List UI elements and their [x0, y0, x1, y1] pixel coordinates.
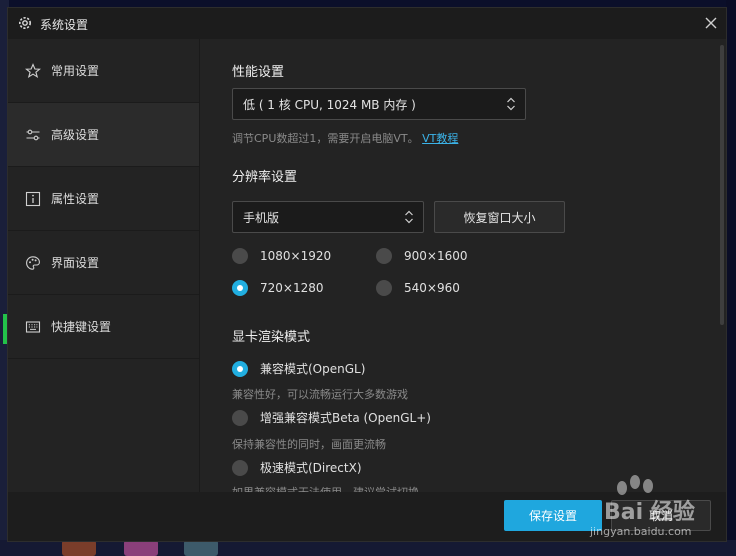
desktop-taskbar: [0, 540, 736, 556]
performance-select-value: 低 ( 1 核 CPU, 1024 MB 内存 ): [243, 97, 416, 112]
performance-title: 性能设置: [232, 65, 285, 80]
desktop-app-thumb: [62, 540, 96, 556]
star-icon: [25, 62, 41, 79]
radio-button[interactable]: [232, 280, 248, 296]
render-mode-label: 兼容模式(OpenGL): [260, 362, 366, 376]
settings-dialog: 系统设置 常用设置 高级设置 属性设置 界面设置 快捷键设置 性能设置 低 (…: [8, 8, 726, 541]
titlebar: 系统设置: [8, 8, 726, 39]
palette-icon: [25, 255, 41, 271]
render-title: 显卡渲染模式: [232, 330, 311, 345]
window-title: 系统设置: [40, 18, 89, 32]
updown-arrow-icon: [404, 210, 414, 224]
render-mode-desc: 兼容性好，可以流畅运行大多数游戏: [232, 388, 408, 401]
sidebar-item-label: 快捷键设置: [51, 320, 112, 334]
resolution-option-label: 900×1600: [404, 249, 468, 263]
desktop-marker-green: [3, 314, 7, 344]
scrollbar[interactable]: [720, 45, 724, 325]
resolution-option-label: 720×1280: [260, 281, 324, 295]
info-icon: [25, 191, 41, 207]
performance-hint-text: 调节CPU数超过1，需要开启电脑VT。: [232, 132, 419, 145]
close-icon[interactable]: [702, 14, 720, 32]
reset-window-size-button[interactable]: 恢复窗口大小: [434, 201, 565, 233]
desktop-app-thumb: [124, 540, 158, 556]
save-button[interactable]: 保存设置: [504, 500, 602, 531]
render-mode-option[interactable]: 极速模式(DirectX): [232, 459, 362, 476]
sidebar-item-label: 界面设置: [51, 256, 100, 270]
radio-button[interactable]: [232, 459, 248, 476]
sidebar-item-interface[interactable]: 界面设置: [8, 231, 199, 295]
updown-arrow-icon: [506, 97, 516, 111]
render-mode-option[interactable]: 增强兼容模式Beta (OpenGL+): [232, 409, 431, 426]
sidebar-item-label: 高级设置: [51, 128, 100, 142]
keyboard-icon: [25, 319, 41, 335]
sliders-icon: [25, 127, 41, 143]
sidebar-item-label: 属性设置: [51, 192, 100, 206]
resolution-option[interactable]: 540×960: [376, 280, 460, 296]
radio-button[interactable]: [232, 409, 248, 426]
render-mode-option[interactable]: 兼容模式(OpenGL): [232, 360, 365, 377]
radio-button[interactable]: [232, 360, 248, 377]
radio-button[interactable]: [232, 248, 248, 264]
desktop-background-right: [726, 0, 736, 556]
radio-button[interactable]: [376, 248, 392, 264]
sidebar-item-advanced[interactable]: 高级设置: [8, 103, 199, 167]
sidebar-item-label: 常用设置: [51, 64, 100, 78]
gear-icon: [17, 15, 33, 31]
sidebar-item-common[interactable]: 常用设置: [8, 39, 199, 103]
render-mode-desc: 保持兼容性的同时，画面更流畅: [232, 438, 386, 451]
render-mode-desc: 如果兼容模式无法使用，建议尝试切换: [232, 484, 419, 492]
settings-content: 性能设置 低 ( 1 核 CPU, 1024 MB 内存 ) 调节CPU数超过1…: [200, 39, 726, 492]
sidebar-item-properties[interactable]: 属性设置: [8, 167, 199, 231]
desktop-app-thumb: [184, 540, 218, 556]
performance-hint: 调节CPU数超过1，需要开启电脑VT。 VT教程: [232, 130, 458, 146]
render-mode-label: 增强兼容模式Beta (OpenGL+): [260, 411, 431, 425]
resolution-option-label: 540×960: [404, 281, 460, 295]
resolution-option-label: 1080×1920: [260, 249, 332, 263]
sidebar: 常用设置 高级设置 属性设置 界面设置 快捷键设置: [8, 39, 200, 492]
resolution-option[interactable]: 1080×1920: [232, 248, 331, 264]
sidebar-item-shortcuts[interactable]: 快捷键设置: [8, 295, 199, 359]
device-select-value: 手机版: [243, 210, 280, 225]
cancel-button[interactable]: 取消: [611, 500, 711, 531]
footer: 保存设置 取消: [8, 492, 726, 541]
device-select[interactable]: 手机版: [232, 201, 424, 233]
resolution-title: 分辨率设置: [232, 170, 298, 185]
performance-select[interactable]: 低 ( 1 核 CPU, 1024 MB 内存 ): [232, 88, 526, 120]
vt-tutorial-link[interactable]: VT教程: [422, 132, 458, 145]
render-mode-label: 极速模式(DirectX): [260, 461, 362, 475]
resolution-option[interactable]: 900×1600: [376, 248, 468, 264]
radio-button[interactable]: [376, 280, 392, 296]
resolution-option[interactable]: 720×1280: [232, 280, 324, 296]
